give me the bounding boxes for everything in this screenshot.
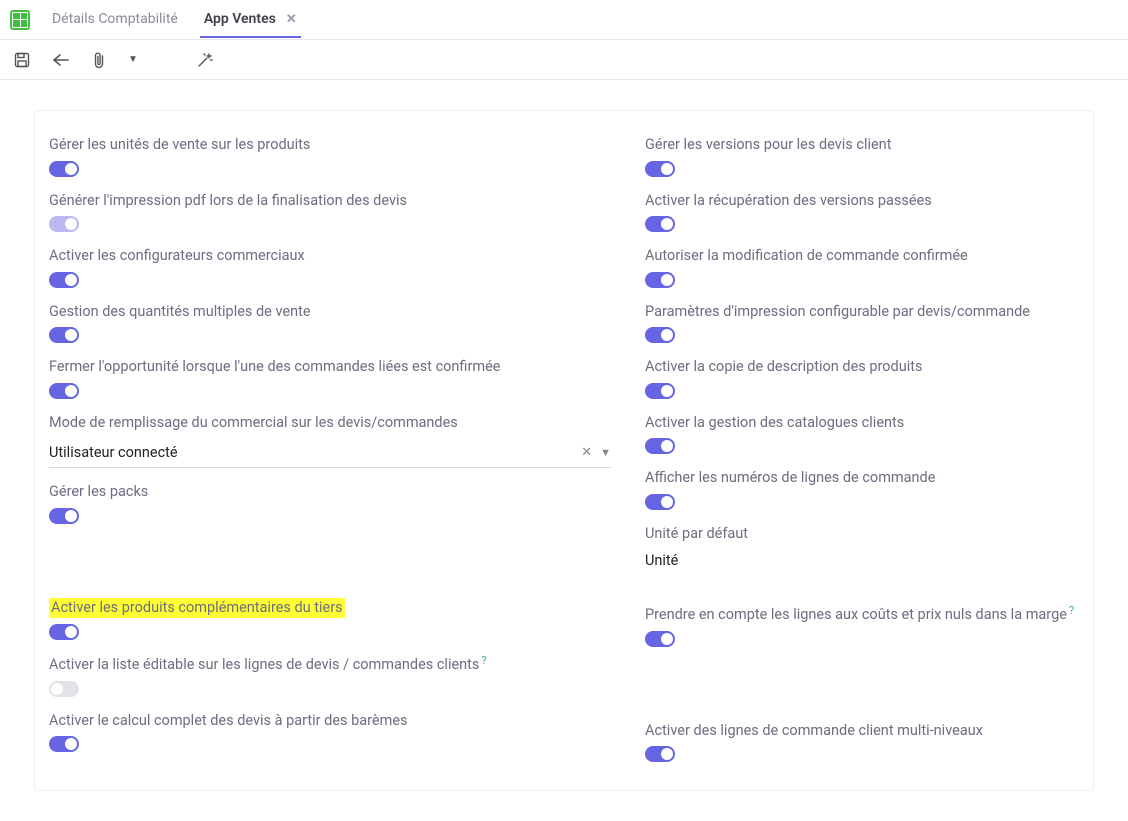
label-configurators: Activer les configurateurs commerciaux [49,246,305,266]
label-fullcalc: Activer le calcul complet des devis à pa… [49,711,408,731]
label-copydesc: Activer la copie de description des prod… [645,357,922,377]
toggle-editlist [49,681,79,697]
field-editlist: Activer la liste éditable sur les lignes… [49,654,611,697]
label-closeopp: Fermer l'opportunité lorsque l'une des c… [49,357,500,377]
spacer [49,538,611,598]
field-defunit: Unité par défaut Unité [645,524,1079,574]
label-editlist: Activer la liste éditable sur les lignes… [49,655,479,675]
left-column: Gérer les unités de vente sur les produi… [35,135,639,762]
tab-label: App Ventes [204,11,276,27]
toggle-closeopp[interactable] [49,383,79,399]
toggle-configurators[interactable] [49,272,79,288]
tab-app-ventes[interactable]: App Ventes ✕ [200,1,301,38]
chevron-down-icon[interactable]: ▼ [600,446,611,459]
select-fillmode[interactable]: Utilisateur connecté ✕ ▼ [49,440,611,468]
back-arrow-icon[interactable] [52,53,70,67]
panel-wrap: Gérer les unités de vente sur les produi… [0,80,1128,821]
field-packs: Gérer les packs [49,482,611,524]
field-multilevel: Activer des lignes de commande client mu… [645,721,1079,763]
field-units: Gérer les unités de vente sur les produi… [49,135,611,177]
toggle-copydesc[interactable] [645,383,675,399]
toggle-zerocost[interactable] [645,631,675,647]
label-printparams: Paramètres d'impression configurable par… [645,302,1030,322]
label-pdf: Générer l'impression pdf lors de la fina… [49,191,407,211]
field-fullcalc: Activer le calcul complet des devis à pa… [49,711,611,753]
save-icon[interactable] [14,52,30,68]
toggle-pdf [49,216,79,232]
label-defunit: Unité par défaut [645,524,748,544]
value-defunit[interactable]: Unité [645,550,1079,574]
settings-panel: Gérer les unités de vente sur les produi… [34,110,1094,791]
tab-details-comptabilite[interactable]: Détails Comptabilité [48,1,182,38]
right-column: Gérer les versions pour les devis client… [639,135,1093,762]
field-modconfirmed: Autoriser la modification de commande co… [645,246,1079,288]
tab-label: Détails Comptabilité [52,11,178,27]
label-modconfirmed: Autoriser la modification de commande co… [645,246,968,266]
field-pdf: Générer l'impression pdf lors de la fina… [49,191,611,233]
spacer [645,661,1079,721]
toggle-recovpast[interactable] [645,216,675,232]
field-multqty: Gestion des quantités multiples de vente [49,302,611,344]
field-closeopp: Fermer l'opportunité lorsque l'une des c… [49,357,611,399]
clear-icon[interactable]: ✕ [581,445,592,460]
help-icon[interactable]: ? [481,654,486,667]
field-printparams: Paramètres d'impression configurable par… [645,302,1079,344]
label-multilevel: Activer des lignes de commande client mu… [645,721,983,741]
toggle-versions[interactable] [645,161,675,177]
field-catalogs: Activer la gestion des catalogues client… [645,413,1079,455]
field-versions: Gérer les versions pour les devis client [645,135,1079,177]
field-complprod: Activer les produits complémentaires du … [49,598,611,640]
toggle-units[interactable] [49,161,79,177]
app-icon [10,10,30,30]
field-configurators: Activer les configurateurs commerciaux [49,246,611,288]
label-packs: Gérer les packs [49,482,148,502]
attachment-icon[interactable] [92,51,106,69]
label-zerocost: Prendre en compte les lignes aux coûts e… [645,605,1067,625]
toggle-printparams[interactable] [645,327,675,343]
spacer [645,588,1079,604]
toggle-complprod[interactable] [49,624,79,640]
label-multqty: Gestion des quantités multiples de vente [49,302,311,322]
toggle-multilevel[interactable] [645,746,675,762]
field-recovpast: Activer la récupération des versions pas… [645,191,1079,233]
toggle-fullcalc[interactable] [49,736,79,752]
toggle-multqty[interactable] [49,327,79,343]
label-fillmode: Mode de remplissage du commercial sur le… [49,413,458,433]
label-catalogs: Activer la gestion des catalogues client… [645,413,904,433]
label-recovpast: Activer la récupération des versions pas… [645,191,932,211]
field-zerocost: Prendre en compte les lignes aux coûts e… [645,604,1079,647]
toolbar: ▼ [0,40,1128,80]
tab-bar: Détails Comptabilité App Ventes ✕ [0,0,1128,40]
toggle-linenum[interactable] [645,494,675,510]
close-icon[interactable]: ✕ [286,12,297,27]
toggle-packs[interactable] [49,508,79,524]
magic-wand-icon[interactable] [196,51,214,69]
field-linenum: Afficher les numéros de lignes de comman… [645,468,1079,510]
label-complprod: Activer les produits complémentaires du … [49,598,345,618]
dropdown-caret-icon[interactable]: ▼ [128,54,138,65]
field-copydesc: Activer la copie de description des prod… [645,357,1079,399]
label-versions: Gérer les versions pour les devis client [645,135,891,155]
field-fillmode: Mode de remplissage du commercial sur le… [49,413,611,469]
help-icon[interactable]: ? [1069,604,1074,617]
toggle-modconfirmed[interactable] [645,272,675,288]
label-linenum: Afficher les numéros de lignes de comman… [645,468,935,488]
label-units: Gérer les unités de vente sur les produi… [49,135,310,155]
toggle-catalogs[interactable] [645,438,675,454]
select-fillmode-value: Utilisateur connecté [49,444,581,461]
